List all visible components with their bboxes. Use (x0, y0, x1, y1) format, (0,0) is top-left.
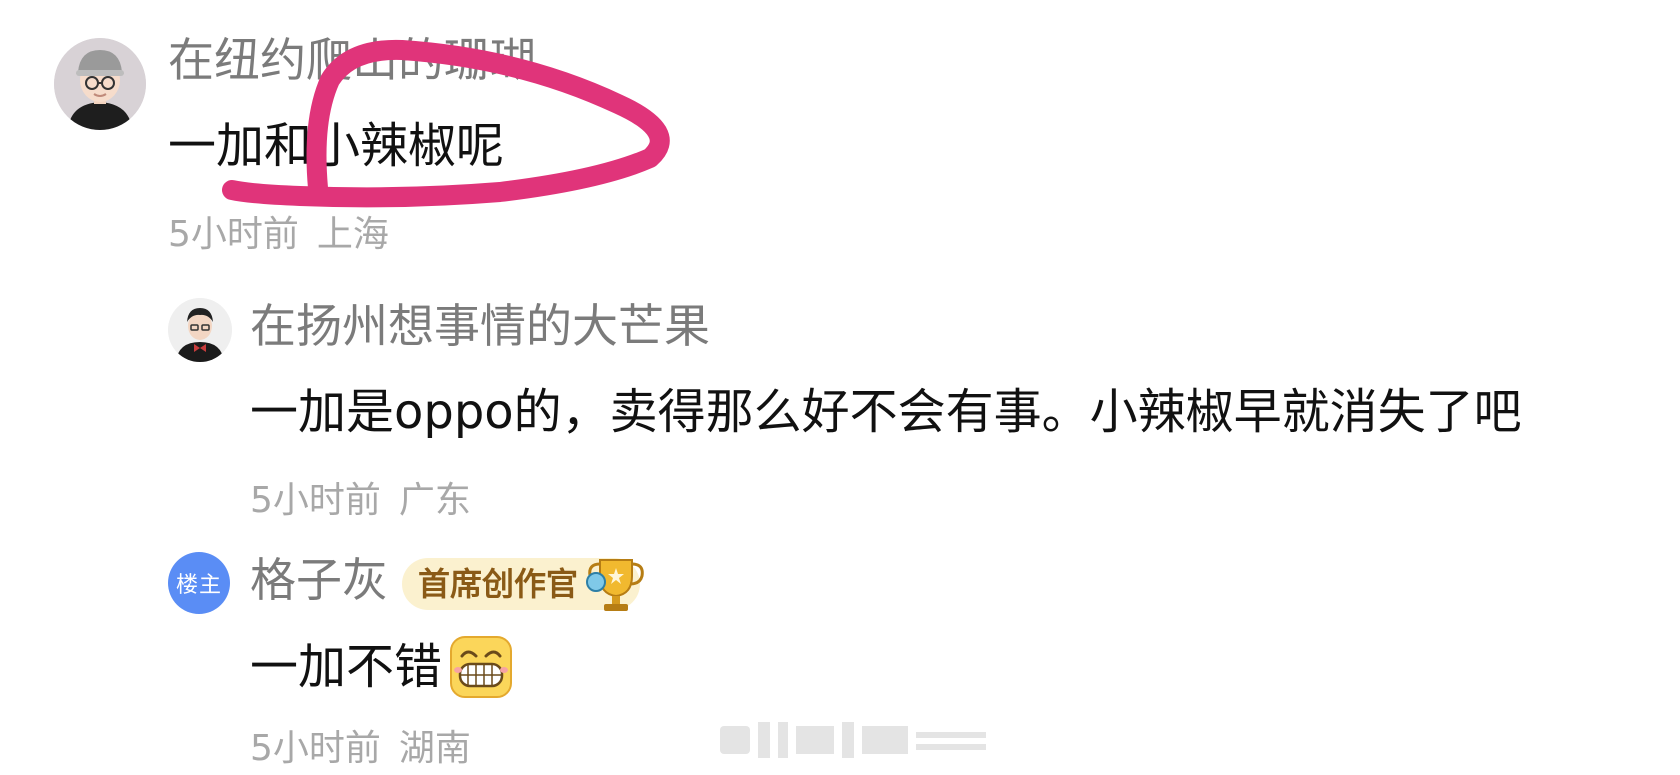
owner-badge: 楼主 (168, 552, 230, 614)
reply-username[interactable]: 格子灰 (250, 554, 388, 606)
trophy-icon (586, 559, 644, 611)
user-avatar-bowtie-icon (168, 298, 232, 362)
avatar[interactable] (168, 298, 232, 362)
reply-location: 广东 (398, 480, 471, 521)
reply-time: 5小时前 (250, 728, 381, 769)
annotation-scribble (222, 39, 670, 208)
reply-meta: 5小时前 湖南 (250, 728, 471, 770)
watermark (720, 718, 990, 762)
reply-item: 在扬州想事情的大芒果 一加是oppo的，卖得那么好不会有事。小辣椒早就消失了吧 … (0, 290, 1680, 530)
reply-location: 湖南 (398, 728, 471, 769)
grinning-face-emoji-icon (450, 636, 513, 698)
reply-text-row: 一加不错 (250, 634, 514, 700)
reply-time: 5小时前 (250, 480, 381, 521)
title-badge: 首席创作官 (402, 558, 644, 611)
reply-meta: 5小时前 广东 (250, 480, 471, 522)
reply-text: 一加是oppo的，卖得那么好不会有事。小辣椒早就消失了吧 (250, 384, 1522, 440)
reply-text: 一加不错 (250, 639, 443, 695)
reply-username[interactable]: 在扬州想事情的大芒果 (250, 300, 710, 352)
